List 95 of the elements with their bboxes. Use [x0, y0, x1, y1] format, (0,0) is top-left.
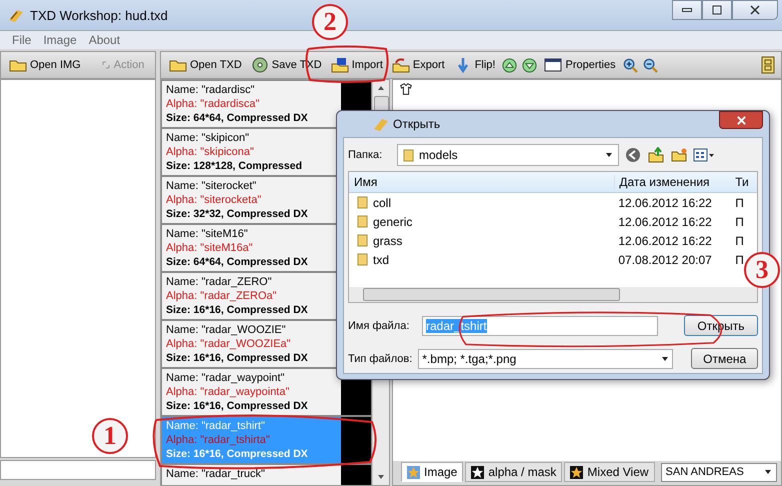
date-cell-text: 12.06.2012 16:22	[617, 214, 713, 228]
texture-alpha: Alpha: "skipicona"	[166, 145, 255, 159]
folder-icon	[403, 148, 414, 162]
folder-icon	[357, 253, 368, 266]
texture-alpha: Alpha: "radar_ZEROa"	[166, 289, 278, 303]
dropdown-arrow-icon	[764, 468, 772, 476]
date-cell-text: 07.08.2012 20:07	[617, 252, 713, 266]
toolbar-button[interactable]: Flip!	[452, 54, 498, 76]
texture-name: Name: "radar_tshirt"	[166, 419, 266, 433]
star-icon	[570, 466, 584, 478]
texture-alpha: Alpha: "siterocketa"	[166, 193, 262, 207]
texture-alpha: Alpha: "radar_WOOZIEa"	[166, 337, 292, 351]
texture-name: Name: "radardisc"	[166, 83, 256, 97]
close-icon	[736, 114, 746, 126]
type-cell-text: П	[734, 196, 745, 210]
view-menu-icon[interactable]	[693, 147, 715, 163]
texture-alpha: Alpha: "radardisca"	[166, 97, 260, 111]
column-header[interactable]: Дата изменения	[614, 175, 732, 189]
scroll-down-icon[interactable]	[377, 473, 385, 481]
dropdown-arrow-icon	[605, 151, 613, 159]
toolbar-button[interactable]: Open IMG	[7, 54, 83, 76]
filetype-dropdown[interactable]: *.bmp; *.tga;*.png	[418, 348, 674, 368]
star-icon	[471, 466, 484, 478]
view-tab[interactable]: alpha / mask	[465, 462, 562, 482]
texture-size: Size: 16*16, Compressed DX	[166, 447, 309, 462]
texture-name: Name: "siterocket"	[166, 179, 258, 193]
texture-size: Size: 128*128, Compressed	[166, 159, 303, 174]
back-icon[interactable]	[624, 147, 642, 163]
type-cell-text: П	[734, 252, 745, 266]
star-icon	[407, 466, 420, 478]
texture-list-item[interactable]: Name: "radar_waypoint" Alpha: "radar_waypointa" Size: 16*16, Compressed DX	[161, 368, 372, 416]
date-cell-text: 12.06.2012 16:22	[617, 196, 713, 210]
game-dropdown[interactable]: SAN ANDREAS	[660, 462, 777, 482]
texture-size: Size: 16*16, Compressed DX	[166, 351, 309, 366]
view-tab[interactable]: Mixed View	[564, 462, 655, 482]
column-header[interactable]: Ти	[731, 175, 757, 189]
type-cell-text: П	[734, 234, 745, 248]
scroll-up-icon[interactable]	[377, 84, 385, 92]
menu-item[interactable]: File	[12, 33, 32, 47]
texture-name: Name: "radar_truck"	[166, 467, 266, 481]
maximize-icon	[711, 4, 723, 16]
texture-list-item[interactable]: Name: "radar_truck"	[161, 464, 372, 485]
zoom-in-icon[interactable]	[622, 58, 638, 72]
export-icon	[392, 57, 410, 73]
close-icon	[749, 4, 761, 16]
texture-alpha: Alpha: "radar_waypointa"	[166, 385, 290, 399]
minimize-button[interactable]	[672, 0, 702, 20]
texture-list-item[interactable]: Name: "radardisc" Alpha: "radardisca" Size: 64*64, Compressed DX	[161, 80, 372, 128]
folder-icon	[357, 215, 368, 228]
menu-item[interactable]: Image	[43, 33, 77, 47]
zoom-out-icon[interactable]	[642, 58, 658, 72]
dialog-title: Открыть	[393, 117, 440, 131]
texture-name: Name: "skipicon"	[166, 131, 250, 145]
texture-size: Size: 32*32, Compressed DX	[166, 207, 309, 222]
folder-dropdown[interactable]: models	[397, 144, 619, 166]
cancel-button[interactable]: Отмена	[691, 348, 758, 369]
up-circle-icon[interactable]	[502, 58, 518, 72]
view-tab[interactable]: Image	[401, 462, 464, 482]
minimize-icon	[682, 8, 692, 12]
texture-name: Name: "siteM16"	[166, 227, 249, 241]
date-cell-text: 12.06.2012 16:22	[617, 234, 713, 248]
folder-icon	[357, 196, 368, 209]
texture-size: Size: 16*16, Compressed DX	[166, 399, 309, 414]
close-button[interactable]	[719, 111, 763, 129]
texture-size: Size: 16*16, Compressed DX	[166, 303, 309, 318]
toolbar-button[interactable]: Properties	[542, 54, 618, 76]
texture-size: Size: 64*64, Compressed DX	[166, 111, 309, 126]
action-icon	[100, 60, 111, 70]
down-circle-icon[interactable]	[522, 58, 538, 72]
folder-icon	[357, 234, 368, 247]
window-title: TXD Workshop: hud.txd	[30, 8, 168, 22]
texture-name: Name: "radar_ZERO"	[166, 275, 273, 289]
dialog-icon	[373, 116, 389, 132]
app-icon	[8, 7, 24, 23]
dropdown-arrow-icon	[661, 354, 670, 362]
toolbar-button[interactable]: Export	[390, 54, 447, 76]
close-button[interactable]	[732, 0, 778, 20]
type-cell-text: П	[734, 214, 745, 228]
texture-name: Name: "radar_WOOZIE"	[166, 323, 287, 337]
menu-item[interactable]: About	[88, 33, 120, 47]
input-field[interactable]	[0, 460, 156, 480]
toolbar-button[interactable]: Open TXD	[167, 54, 244, 76]
properties-icon	[544, 57, 562, 73]
texture-thumbnail	[341, 417, 371, 463]
texture-alpha: Alpha: "siteM16a"	[166, 241, 254, 255]
scrollbar[interactable]	[349, 287, 757, 302]
up-folder-icon[interactable]	[647, 147, 665, 163]
import-icon	[330, 57, 349, 73]
texture-size: Size: 64*64, Compressed DX	[166, 255, 309, 270]
disc-icon	[250, 57, 269, 73]
new-folder-icon[interactable]	[670, 147, 688, 163]
maximize-button[interactable]	[702, 0, 732, 20]
texture-name: Name: "radar_waypoint"	[166, 371, 286, 385]
texture-alpha: Alpha: "radar_tshirta"	[166, 433, 271, 447]
cabinet-icon[interactable]	[761, 56, 775, 74]
